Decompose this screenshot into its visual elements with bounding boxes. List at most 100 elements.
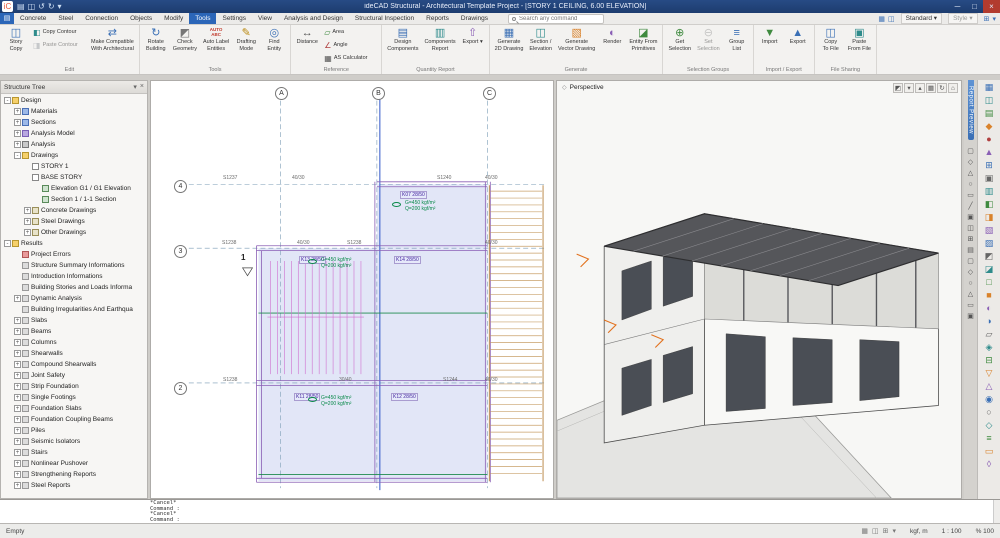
right-tool-icon[interactable]: △ [986, 380, 993, 393]
view-up-icon[interactable]: ▴ [915, 83, 925, 93]
tree-expand-icon[interactable]: + [14, 141, 21, 148]
side-tool-icon[interactable]: ○ [967, 181, 974, 189]
right-tool-icon[interactable]: ◪ [985, 263, 994, 276]
menu-tab[interactable]: Structural Inspection [349, 13, 420, 24]
tree-item[interactable]: + Analysis Model [1, 128, 147, 139]
open-icon[interactable]: ◫ [28, 2, 36, 11]
tree-item[interactable]: Building Stories and Loads Informa [1, 282, 147, 293]
tree-item[interactable]: + Strip Foundation [1, 381, 147, 392]
status-scale[interactable]: 1 : 100 [942, 528, 962, 535]
menu-tab[interactable]: Drawings [455, 13, 494, 24]
side-tool-icon[interactable]: ◫ [967, 225, 974, 233]
generate-vector-drawing-button[interactable]: ▧Generate Vector Drawing [556, 26, 597, 66]
side-tool-icon[interactable]: ▭ [967, 302, 974, 310]
search-input[interactable] [519, 16, 599, 22]
tree-expand-icon[interactable] [14, 284, 21, 291]
right-tool-icon[interactable]: ◆ [986, 120, 993, 133]
view-down-icon[interactable]: ▾ [904, 83, 914, 93]
right-tool-icon[interactable]: ▨ [985, 237, 994, 250]
tree-item[interactable]: + Concrete Drawings [1, 205, 147, 216]
angle-button[interactable]: ∠Angle [322, 39, 378, 52]
tree-item[interactable]: + Shearwalls [1, 348, 147, 359]
right-tool-icon[interactable]: □ [986, 276, 991, 289]
side-tool-icon[interactable]: ╱ [967, 203, 974, 211]
panels-icon[interactable]: ⊞ [984, 15, 990, 23]
tree-item[interactable]: + Strengthening Reports [1, 469, 147, 480]
tree-item[interactable]: + Steel Reports [1, 480, 147, 491]
right-tool-icon[interactable]: ▱ [986, 328, 993, 341]
grid-icon[interactable]: ▦ [926, 83, 936, 93]
tree-expand-icon[interactable]: + [14, 416, 21, 423]
tree-item[interactable]: + Other Drawings [1, 227, 147, 238]
as-calculator-button[interactable]: ▦AS Calculator [322, 52, 378, 65]
tree-item[interactable]: + Analysis [1, 139, 147, 150]
area-button[interactable]: ▱Area [322, 26, 378, 39]
components-report-button[interactable]: ▥Components Report [422, 26, 457, 66]
right-tool-icon[interactable]: ○ [986, 406, 991, 419]
tree-item[interactable]: + Piles [1, 425, 147, 436]
tree-item[interactable]: + Nonlinear Pushover [1, 458, 147, 469]
tree-expand-icon[interactable] [24, 163, 31, 170]
menu-tab[interactable]: Connection [79, 13, 124, 24]
app-menu-button[interactable]: ▤ [0, 13, 14, 24]
style-dropdown[interactable]: Style ▾ [948, 13, 978, 24]
find-entity-button[interactable]: ◎Find Entity [261, 26, 287, 66]
side-tool-icon[interactable]: ⊞ [967, 236, 974, 244]
orbit-icon[interactable]: ↻ [937, 83, 947, 93]
tree-item[interactable]: STORY 1 [1, 161, 147, 172]
tree-expand-icon[interactable]: + [14, 471, 21, 478]
home-view-icon[interactable]: ⌂ [948, 83, 958, 93]
menu-tab[interactable]: View [252, 13, 278, 24]
maximize-button[interactable]: □ [966, 0, 983, 13]
side-tool-icon[interactable]: ▢ [967, 258, 974, 266]
copy-contour-button[interactable]: ◧Copy Contour [31, 26, 87, 39]
right-tool-icon[interactable]: ◇ [986, 419, 993, 432]
tree-item[interactable]: + Sections [1, 117, 147, 128]
right-tool-icon[interactable]: ◉ [985, 393, 993, 406]
tree-item[interactable]: + Materials [1, 106, 147, 117]
side-tool-icon[interactable]: ▭ [967, 192, 974, 200]
menu-tab[interactable]: Tools [189, 13, 216, 24]
status-icon[interactable]: ▾ [892, 527, 896, 535]
save-icon[interactable]: ▤ [17, 2, 25, 11]
make-compatible-button[interactable]: ⇄Make Compatible With Architectural [89, 26, 136, 66]
command-window[interactable]: *Cancel*Command :*Cancel*Command : [0, 499, 1000, 523]
section-elevation-button[interactable]: ◫Section / Elevation [527, 26, 554, 66]
right-tool-icon[interactable]: ▣ [985, 172, 994, 185]
tree-item[interactable]: Project Errors [1, 249, 147, 260]
tree-expand-icon[interactable]: + [14, 383, 21, 390]
tree-item[interactable]: + Compound Shearwalls [1, 359, 147, 370]
tree-item[interactable]: + Joint Safety [1, 370, 147, 381]
panel-close-icon[interactable]: × [140, 83, 144, 91]
tree-expand-icon[interactable] [34, 196, 41, 203]
tree-expand-icon[interactable] [34, 185, 41, 192]
side-tool-icon[interactable]: ○ [967, 280, 974, 288]
more-icon[interactable]: ▾ [992, 15, 996, 23]
tree-expand-icon[interactable]: + [24, 207, 31, 214]
tree-expand-icon[interactable]: + [14, 394, 21, 401]
menu-tab[interactable]: Analysis and Design [278, 13, 349, 24]
set-selection-button[interactable]: ⊖Set Selection [695, 26, 722, 66]
tree-item[interactable]: + Foundation Slabs [1, 403, 147, 414]
tree-expand-icon[interactable]: + [14, 108, 21, 115]
right-tool-icon[interactable]: ▲ [985, 146, 994, 159]
status-zoom[interactable]: % 100 [976, 528, 994, 535]
tree-expand-icon[interactable]: + [14, 328, 21, 335]
command-scrollbar[interactable] [993, 500, 1000, 523]
tree-expand-icon[interactable]: + [14, 449, 21, 456]
export-quantity-button[interactable]: ⇧Export ▾ [460, 26, 486, 66]
right-tool-icon[interactable]: ◊ [987, 458, 991, 471]
import-button[interactable]: ▼Import [757, 26, 783, 66]
side-tool-icon[interactable]: ◇ [967, 159, 974, 167]
side-tool-icon[interactable]: ▢ [967, 148, 974, 156]
close-button[interactable]: × [983, 0, 1000, 13]
side-tool-icon[interactable]: ◇ [967, 269, 974, 277]
tree-item[interactable]: + Beams [1, 326, 147, 337]
right-tool-icon[interactable]: ▤ [985, 107, 994, 120]
tree-expand-icon[interactable] [14, 306, 21, 313]
paste-from-file-button[interactable]: ▣Paste From File [846, 26, 873, 66]
tree-item[interactable]: + Seismic Isolators [1, 436, 147, 447]
tree-expand-icon[interactable]: + [14, 130, 21, 137]
side-tool-icon[interactable]: ▣ [967, 313, 974, 321]
redo-icon[interactable]: ↻ [48, 2, 55, 11]
